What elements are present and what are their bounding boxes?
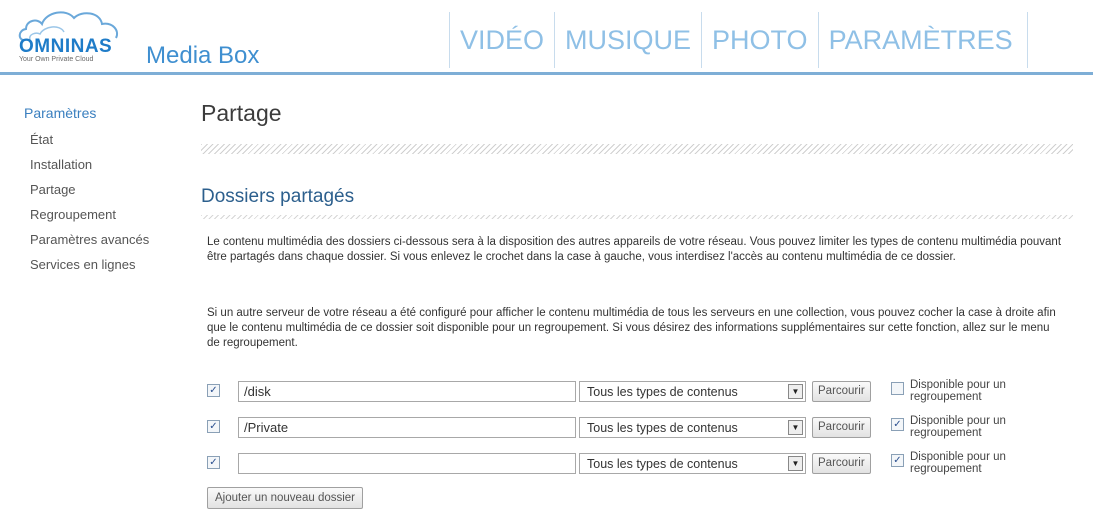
- content-type-select[interactable]: Tous les types de contenus ▼: [579, 417, 806, 438]
- content-type-value: Tous les types de contenus: [587, 421, 738, 435]
- browse-button[interactable]: Parcourir: [812, 417, 871, 438]
- title-divider: [201, 144, 1073, 154]
- description-paragraph-1: Le contenu multimédia des dossiers ci-de…: [207, 236, 1062, 263]
- sidebar-item-partage[interactable]: Partage: [24, 177, 184, 202]
- folder-row: ✓ Tous les types de contenus ▼ Parcourir…: [207, 451, 1067, 476]
- chevron-down-icon[interactable]: ▼: [788, 420, 803, 435]
- enable-folder-checkbox[interactable]: ✓: [207, 384, 220, 397]
- nav-musique[interactable]: MUSIQUE: [554, 12, 701, 68]
- grouping-label: Disponible pour un regroupement: [910, 379, 1006, 403]
- browse-button[interactable]: Parcourir: [812, 453, 871, 474]
- content-type-select[interactable]: Tous les types de contenus ▼: [579, 453, 806, 474]
- folder-path-input[interactable]: [238, 453, 576, 474]
- top-navigation: VIDÉO MUSIQUE PHOTO PARAMÈTRES: [449, 12, 1028, 68]
- sidebar: Paramètres État Installation Partage Reg…: [24, 105, 184, 277]
- folder-row: ✓ Tous les types de contenus ▼ Parcourir…: [207, 379, 1067, 404]
- grouping-checkbox[interactable]: ✓: [891, 454, 904, 467]
- content-type-select[interactable]: Tous les types de contenus ▼: [579, 381, 806, 402]
- add-folder-button[interactable]: Ajouter un nouveau dossier: [207, 487, 364, 509]
- enable-folder-checkbox[interactable]: ✓: [207, 456, 220, 469]
- nav-parametres[interactable]: PARAMÈTRES: [817, 12, 1028, 68]
- chevron-down-icon[interactable]: ▼: [788, 384, 803, 399]
- sidebar-title[interactable]: Paramètres: [24, 105, 184, 121]
- description-paragraph-2: Si un autre serveur de votre réseau a ét…: [207, 307, 1056, 349]
- logo-tagline: Your Own Private Cloud: [19, 56, 94, 63]
- grouping-label: Disponible pour un regroupement: [910, 451, 1006, 475]
- folder-row: ✓ Tous les types de contenus ▼ Parcourir…: [207, 415, 1067, 440]
- sidebar-item-etat[interactable]: État: [24, 127, 184, 152]
- header-divider: [0, 72, 1093, 75]
- sidebar-item-parametres-avances[interactable]: Paramètres avancés: [24, 227, 184, 252]
- section-title: Dossiers partagés: [201, 186, 355, 207]
- nav-video[interactable]: VIDÉO: [449, 12, 554, 68]
- grouping-label: Disponible pour un regroupement: [910, 415, 1006, 439]
- sidebar-item-regroupement[interactable]: Regroupement: [24, 202, 184, 227]
- nav-photo[interactable]: PHOTO: [701, 12, 818, 68]
- page-title: Partage: [201, 100, 282, 126]
- header: OMNINAS Your Own Private Cloud Media Box…: [0, 0, 1093, 75]
- sidebar-item-services-en-lignes[interactable]: Services en lignes: [24, 252, 184, 277]
- grouping-checkbox[interactable]: [891, 382, 904, 395]
- folder-path-input[interactable]: [238, 417, 576, 438]
- enable-folder-checkbox[interactable]: ✓: [207, 420, 220, 433]
- grouping-checkbox[interactable]: ✓: [891, 418, 904, 431]
- content-type-value: Tous les types de contenus: [587, 457, 738, 471]
- browse-button[interactable]: Parcourir: [812, 381, 871, 402]
- chevron-down-icon[interactable]: ▼: [788, 456, 803, 471]
- content-type-value: Tous les types de contenus: [587, 385, 738, 399]
- folder-path-input[interactable]: [238, 381, 576, 402]
- section-divider: [201, 215, 1073, 219]
- logo-text: OMNINAS: [19, 36, 113, 57]
- product-name: Media Box: [146, 42, 260, 69]
- sidebar-item-installation[interactable]: Installation: [24, 152, 184, 177]
